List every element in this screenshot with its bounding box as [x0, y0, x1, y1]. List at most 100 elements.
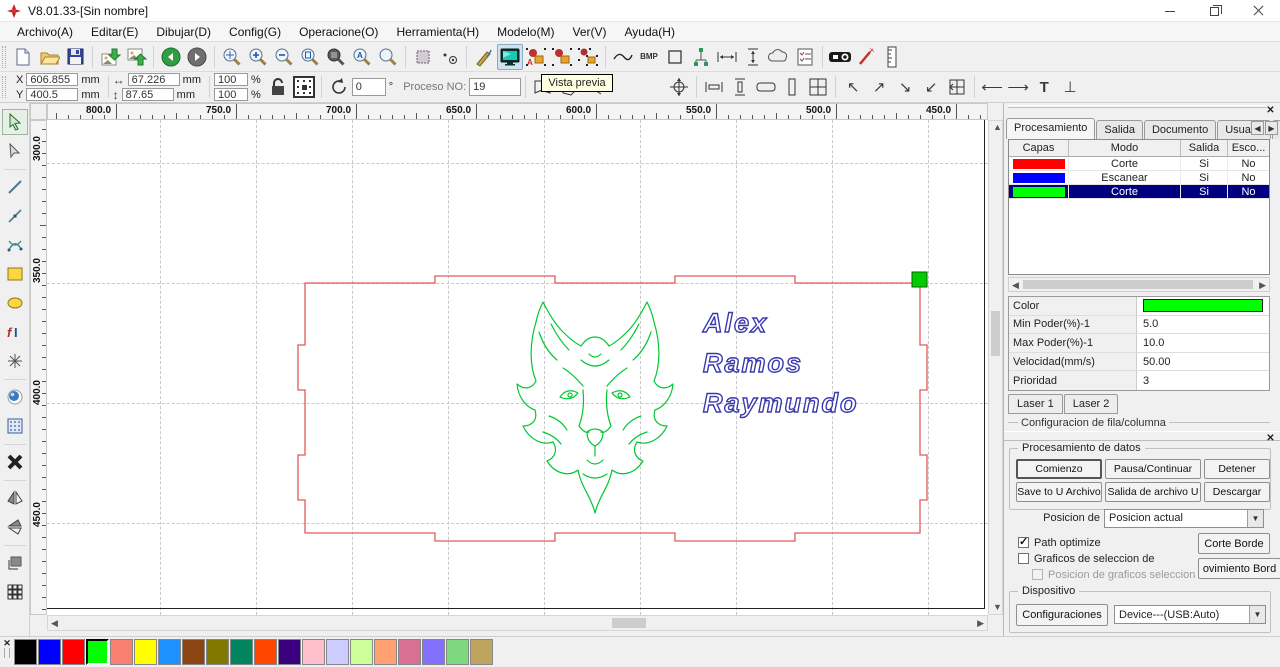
palette-color-3[interactable] — [86, 639, 109, 665]
node-tree-icon[interactable] — [688, 44, 714, 70]
palette-color-14[interactable] — [350, 639, 373, 665]
move-right-edge-icon[interactable]: ⟶ — [1005, 74, 1031, 100]
layer-row[interactable]: Escanear Si No — [1009, 171, 1269, 185]
align-h-middle-icon[interactable] — [701, 74, 727, 100]
rect-frame-icon[interactable] — [662, 44, 688, 70]
capture-tool[interactable] — [2, 384, 28, 410]
palette-color-18[interactable] — [446, 639, 469, 665]
minimize-button[interactable] — [1148, 0, 1192, 22]
toolbar2-grip[interactable] — [2, 76, 6, 98]
v-dimension-icon[interactable] — [740, 44, 766, 70]
width-input[interactable] — [127, 73, 180, 86]
zoom-all-icon[interactable] — [323, 44, 349, 70]
panel-splitter[interactable] — [1004, 431, 1280, 441]
prop-minpower-value[interactable]: 5.0 — [1137, 316, 1269, 334]
delete-tool[interactable] — [2, 449, 28, 475]
splitter-close-icon[interactable]: ✕ — [1265, 433, 1276, 444]
detener-button[interactable]: Detener — [1204, 459, 1270, 479]
bmp-tool-icon[interactable]: BMP — [636, 44, 662, 70]
save-button[interactable] — [62, 44, 88, 70]
menu-ver[interactable]: Ver(V) — [563, 23, 615, 41]
check-list-icon[interactable] — [792, 44, 818, 70]
export-button[interactable] — [123, 44, 149, 70]
col-capas[interactable]: Capas — [1009, 140, 1069, 156]
movimiento-borde-button[interactable]: ovimiento Bord — [1198, 558, 1280, 579]
ellipse-tool[interactable] — [2, 290, 28, 316]
line-tool[interactable] — [2, 174, 28, 200]
zoom-tool-icon[interactable] — [375, 44, 401, 70]
lock-ratio-icon[interactable] — [265, 74, 291, 100]
flip-horizontal-tool[interactable] — [2, 485, 28, 511]
corte-borde-button[interactable]: Corte Borde — [1198, 533, 1270, 554]
menu-editar[interactable]: Editar(E) — [82, 23, 147, 41]
menu-operacione[interactable]: Operacione(O) — [290, 23, 387, 41]
star-tool[interactable] — [2, 348, 28, 374]
scale-x-input[interactable] — [214, 73, 248, 86]
palette-close-icon[interactable]: ✕ — [3, 638, 11, 648]
new-file-button[interactable] — [10, 44, 36, 70]
align-bottom-edge-icon[interactable]: ⊥ — [1057, 74, 1083, 100]
drawing-viewport[interactable]: Alex Ramos Raymundo — [47, 120, 988, 615]
undo-button[interactable] — [158, 44, 184, 70]
zoom-selected-icon[interactable]: A — [349, 44, 375, 70]
tab-documento[interactable]: Documento — [1143, 120, 1217, 139]
canvas-vertical-scrollbar[interactable]: ▲ ▼ — [988, 120, 1003, 615]
align-bottom-right-icon[interactable]: ↘ — [892, 74, 918, 100]
palette-color-12[interactable] — [302, 639, 325, 665]
same-height-icon[interactable] — [779, 74, 805, 100]
salida-u-button[interactable]: Salida de archivo U — [1105, 482, 1201, 502]
palette-color-16[interactable] — [398, 639, 421, 665]
col-modo[interactable]: Modo — [1069, 140, 1181, 156]
palette-color-17[interactable] — [422, 639, 445, 665]
design-text-line3[interactable]: Raymundo — [702, 387, 859, 419]
menu-modelo[interactable]: Modelo(M) — [488, 23, 563, 41]
move-center-icon[interactable] — [666, 74, 692, 100]
anchor-point-icon[interactable] — [291, 74, 317, 100]
palette-color-11[interactable] — [278, 639, 301, 665]
same-width-icon[interactable] — [753, 74, 779, 100]
y-position-input[interactable] — [26, 88, 79, 101]
posicion-select[interactable]: Posicion actual ▼ — [1104, 508, 1264, 528]
node-select-icon[interactable] — [436, 44, 462, 70]
palette-color-1[interactable] — [38, 639, 61, 665]
layer-row-selected[interactable]: Corte Si No — [1009, 185, 1269, 199]
palette-color-2[interactable] — [62, 639, 85, 665]
polyline-tool[interactable] — [2, 203, 28, 229]
align-bottom-left-icon[interactable]: ↙ — [918, 74, 944, 100]
node-edit-tool[interactable] — [2, 138, 28, 164]
select-tool[interactable] — [1, 109, 28, 135]
open-file-button[interactable] — [36, 44, 62, 70]
pen-tool-icon[interactable] — [471, 44, 497, 70]
path-optimize-check[interactable]: Path optimize — [1018, 535, 1198, 550]
canvas-horizontal-scrollbar[interactable]: ◀ ▶ — [47, 615, 988, 631]
h-dimension-icon[interactable] — [714, 44, 740, 70]
redo-button[interactable] — [184, 44, 210, 70]
proceso-input[interactable] — [469, 78, 522, 96]
device-select[interactable]: Device---(USB:Auto) ▼ — [1114, 605, 1266, 624]
design-text-line2[interactable]: Ramos — [702, 347, 803, 379]
laser-device-icon[interactable] — [827, 44, 853, 70]
palette-color-13[interactable] — [326, 639, 349, 665]
palette-color-6[interactable] — [158, 639, 181, 665]
layer-table-scrollbar[interactable]: ◀ ▶ — [1008, 277, 1270, 292]
height-input[interactable] — [121, 88, 174, 101]
save-u-button[interactable]: Save to U Archivo — [1016, 482, 1102, 502]
offset-tool[interactable] — [2, 550, 28, 576]
selection-handle[interactable] — [911, 271, 928, 288]
import-button[interactable] — [97, 44, 123, 70]
prop-priority-value[interactable]: 3 — [1137, 371, 1269, 390]
rotate-icon[interactable] — [326, 74, 352, 100]
layer-row[interactable]: Corte Si No — [1009, 157, 1269, 171]
menu-archivo[interactable]: Archivo(A) — [8, 23, 82, 41]
tab-procesamiento[interactable]: Procesamiento — [1006, 118, 1096, 139]
align-top-left-icon[interactable]: ↖ — [840, 74, 866, 100]
palette-color-8[interactable] — [206, 639, 229, 665]
align-grid-icon[interactable] — [805, 74, 831, 100]
align-v-middle-icon[interactable] — [727, 74, 753, 100]
col-esco[interactable]: Esco... — [1228, 140, 1269, 156]
group-all-icon[interactable] — [549, 44, 575, 70]
weld-icon[interactable] — [766, 44, 792, 70]
palette-color-0[interactable] — [14, 639, 37, 665]
laser-pointer-icon[interactable] — [853, 44, 879, 70]
zoom-in-icon[interactable] — [245, 44, 271, 70]
